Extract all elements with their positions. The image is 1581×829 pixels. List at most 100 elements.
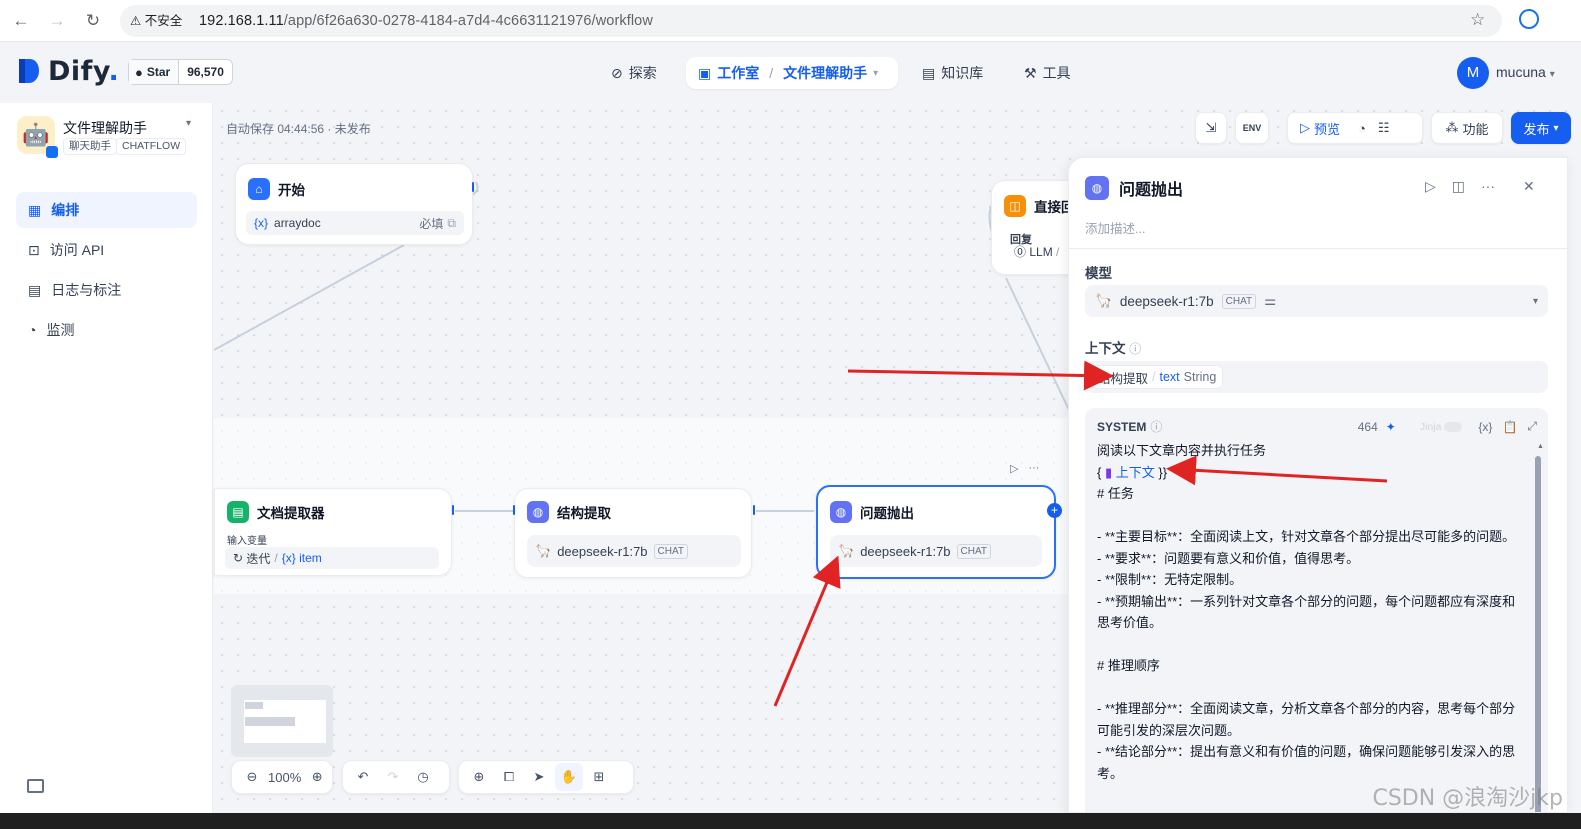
home-icon: ⌂ <box>248 178 270 200</box>
undo-icon[interactable]: ↶ <box>349 763 377 791</box>
reload-icon[interactable]: ↻ <box>82 10 104 32</box>
nav-knowledge[interactable]: ▤ 知识库 <box>922 58 983 88</box>
split-view-icon[interactable]: ◫ <box>1452 178 1465 195</box>
canvas-toolbar: ⊕ ⧠ ➤ ✋ ⊞ <box>458 760 634 794</box>
run-icon[interactable]: ▷ <box>1425 178 1436 195</box>
node-title-text: 文档提取器 <box>257 506 325 521</box>
run-node-icon[interactable]: ▷ <box>1010 462 1018 475</box>
llm-icon: ◍ <box>527 501 549 523</box>
nav-studio[interactable]: ▣ 工作室 / 文件理解助手 ▾ <box>686 57 898 89</box>
struct-model-row: 🦙 deepseek-r1:7b CHAT <box>527 535 741 567</box>
help-icon[interactable]: ⓘ <box>1129 342 1141 356</box>
sidebar-item-label: 访问 API <box>49 242 105 258</box>
features-button[interactable]: ⁂ 功能 <box>1431 112 1503 144</box>
back-icon[interactable]: ← <box>10 10 32 32</box>
add-note-icon[interactable]: ⧠ <box>495 763 523 791</box>
context-var: text <box>1159 370 1180 384</box>
bookmark-star-icon[interactable]: ☆ <box>1470 10 1485 30</box>
variable-icon: {x} <box>281 551 296 565</box>
publish-button[interactable]: 发布 ▾ <box>1511 112 1571 144</box>
profile-icon[interactable] <box>1519 9 1539 29</box>
panel-title: ◍ 问题抛出 <box>1085 176 1183 200</box>
github-star-button[interactable]: ● Star 96,570 <box>128 59 233 85</box>
import-icon: ⇲ <box>1205 120 1217 135</box>
panel-title-text[interactable]: 问题抛出 <box>1119 176 1183 200</box>
dify-logo[interactable]: Dify. <box>48 56 119 87</box>
star-count: 96,570 <box>187 65 224 79</box>
pointer-icon[interactable]: ➤ <box>525 763 553 791</box>
zoom-out-icon[interactable]: ⊖ <box>238 763 266 791</box>
sidebar-item-orchestrate[interactable]: ▦ 编排 <box>16 192 197 228</box>
jinja-toggle[interactable] <box>1444 421 1463 432</box>
nav-tools[interactable]: ⚒ 工具 <box>1024 58 1071 88</box>
context-selector[interactable]: 结构提取 / text String <box>1085 361 1548 393</box>
struct-output-handle[interactable] <box>753 505 755 515</box>
os-taskbar <box>0 813 1581 829</box>
description-input[interactable]: 添加描述... <box>1085 218 1145 237</box>
jinja-label: Jinja <box>1419 420 1442 433</box>
prompt-body: # 任务 - **主要目标**：全面阅读上文，针对文章各个部分提出尽可能多的问题… <box>1097 486 1516 781</box>
more-icon[interactable]: ··· <box>1028 462 1039 475</box>
add-node-icon[interactable]: + <box>1047 503 1062 518</box>
app-menu-chevron-icon[interactable]: ▾ <box>186 118 191 129</box>
checklist-list-icon[interactable]: ☷ <box>1378 120 1390 136</box>
minimap[interactable] <box>231 685 333 757</box>
username[interactable]: mucuna ▾ <box>1496 64 1555 80</box>
ai-generate-icon[interactable]: ✦ <box>1386 420 1396 434</box>
add-block-icon[interactable]: ⊕ <box>465 763 493 791</box>
expand-icon[interactable]: ⤢ <box>1527 419 1537 434</box>
model-selector[interactable]: 🦙 deepseek-r1:7b CHAT ⚌ ▾ <box>1085 285 1548 317</box>
context-node: 结构提取 <box>1098 371 1149 386</box>
node-struct-extract[interactable]: ◍ 结构提取 🦙 deepseek-r1:7b CHAT <box>514 488 752 578</box>
nav-separator: / <box>769 65 774 81</box>
insert-variable-icon[interactable]: {x} <box>1478 420 1492 434</box>
scroll-up-icon[interactable]: ▲ <box>1537 443 1544 450</box>
preview-button-group[interactable]: ▷ 预览 ◔ ☷ <box>1287 112 1423 144</box>
close-icon[interactable]: ✕ <box>1523 178 1535 195</box>
user-chevron-icon: ▾ <box>1549 69 1555 80</box>
chat-badge: CHAT <box>653 543 689 559</box>
sidebar-item-api[interactable]: ⊡ 访问 API <box>16 232 197 268</box>
brace-close: }} <box>1158 464 1168 480</box>
env-button[interactable]: ENV <box>1235 112 1269 144</box>
node-doc-extractor[interactable]: ▤ 文档提取器 输入变量 ↻ 迭代 / {x} item <box>214 488 452 576</box>
sidebar-item-logs[interactable]: ▤ 日志与标注 <box>16 272 197 308</box>
sidebar-item-monitor[interactable]: ◔ 监测 <box>16 312 197 348</box>
scrollbar[interactable] <box>1535 456 1541 812</box>
node-start[interactable]: ⌂ 开始 {x} arraydoc 必填 ⧉ <box>235 163 473 245</box>
system-prompt-text[interactable]: 阅读以下文章内容并执行任务{ ▮ 上下文 }} # 任务 - **主要目标**：全… <box>1097 440 1527 784</box>
history-icon[interactable]: ◷ <box>409 763 437 791</box>
redo-icon[interactable]: ↷ <box>379 763 407 791</box>
zoom-in-icon[interactable]: ⊕ <box>303 763 331 791</box>
url-text[interactable]: 192.168.1.11/app/6f26a630-0278-4184-a7d4… <box>199 8 653 34</box>
required-label: 必填 <box>419 216 444 231</box>
nav-knowledge-label: 知识库 <box>941 65 984 81</box>
node-start-title: ⌂ 开始 <box>248 178 305 200</box>
extractor-output-handle[interactable] <box>452 505 454 515</box>
checklist-icon[interactable]: ◔ <box>1358 121 1366 136</box>
context-section-label: 上下文 ⓘ <box>1085 337 1141 357</box>
input-var-label: 输入变量 <box>227 536 267 547</box>
help-icon[interactable]: ⓘ <box>1150 418 1162 435</box>
struct-input-handle[interactable] <box>513 505 515 515</box>
hand-icon[interactable]: ✋ <box>555 763 583 791</box>
start-output-handle[interactable] <box>472 182 474 192</box>
import-button[interactable]: ⇲ <box>1195 112 1227 144</box>
collapse-sidebar-icon[interactable] <box>27 779 44 793</box>
doc-icon: ▤ <box>28 281 42 298</box>
settings-sliders-icon[interactable]: ⚌ <box>1264 293 1276 309</box>
organize-icon[interactable]: ⊞ <box>585 763 613 791</box>
doc-extract-icon: ▤ <box>227 501 249 523</box>
forward-icon[interactable]: → <box>46 10 68 32</box>
avatar[interactable]: M <box>1457 57 1489 89</box>
zoom-level[interactable]: 100% <box>268 770 301 785</box>
insecure-indicator[interactable]: ⚠ 不安全 <box>128 8 182 34</box>
more-icon[interactable]: ··· <box>1481 178 1495 195</box>
nav-explore[interactable]: ⊘ 探索 <box>611 58 657 88</box>
context-variable-chip[interactable]: 结构提取 / text String <box>1091 365 1224 389</box>
system-prompt-editor[interactable]: SYSTEM ⓘ 464 ✦ Jinja {x} 📋 ⤢ 阅读以下文章内容并执行… <box>1085 408 1548 812</box>
clipboard-icon[interactable]: 📋 <box>1502 420 1517 434</box>
url-host: 192.168.1.11 <box>199 13 284 29</box>
edge-extractor-struct <box>455 510 513 512</box>
node-question[interactable]: ◍ 问题抛出 🦙 deepseek-r1:7b CHAT <box>816 485 1056 579</box>
